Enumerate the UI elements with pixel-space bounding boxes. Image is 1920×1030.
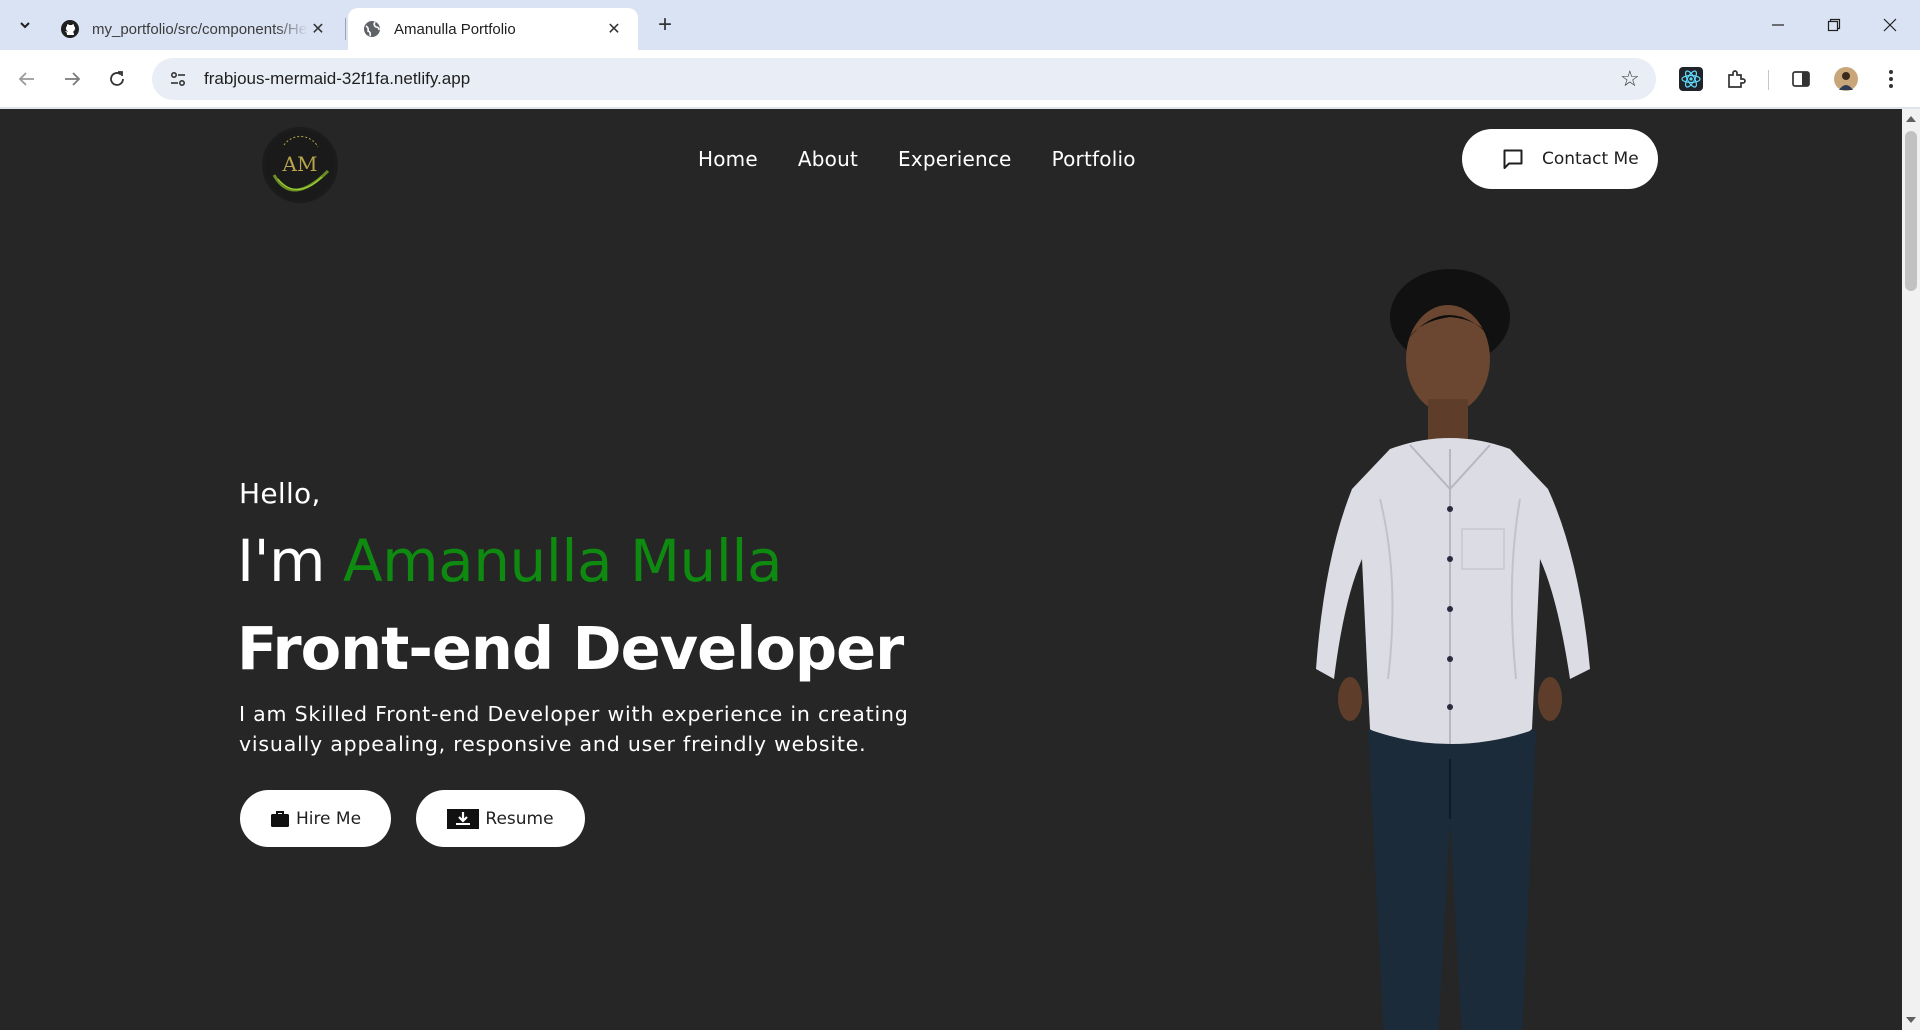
svg-text:AM: AM bbox=[282, 152, 318, 176]
minimize-button[interactable] bbox=[1750, 0, 1806, 50]
globe-icon bbox=[362, 19, 382, 39]
browser-tab-strip: my_portfolio/src/components/He ✕ Amanull… bbox=[0, 0, 1920, 50]
hero-description: I am Skilled Front-end Developer with ex… bbox=[239, 702, 909, 756]
resume-button[interactable]: Resume bbox=[416, 790, 585, 847]
puzzle-icon bbox=[1728, 70, 1746, 88]
nav-experience[interactable]: Experience bbox=[898, 147, 1012, 171]
reload-button[interactable] bbox=[102, 64, 132, 94]
forward-button[interactable] bbox=[57, 64, 87, 94]
tab-title: my_portfolio/src/components/He bbox=[92, 20, 308, 38]
browser-tab-portfolio[interactable]: Amanulla Portfolio ✕ bbox=[348, 8, 638, 50]
reload-icon bbox=[110, 71, 124, 86]
site-logo[interactable]: AM bbox=[262, 127, 338, 203]
nav-about[interactable]: About bbox=[798, 147, 858, 171]
resume-label: Resume bbox=[485, 808, 554, 829]
restore-icon bbox=[1827, 18, 1841, 32]
scrollbar-thumb[interactable] bbox=[1905, 131, 1917, 291]
hero-name: Amanulla Mulla bbox=[343, 527, 783, 595]
arrow-right-icon bbox=[65, 72, 81, 86]
close-icon[interactable]: ✕ bbox=[308, 19, 328, 39]
hero-im-prefix: I'm bbox=[237, 527, 326, 595]
page-viewport: AM Home About Experience Portfolio Conta… bbox=[0, 109, 1902, 1030]
hero-greeting: Hello, bbox=[239, 477, 321, 510]
site-info-icon[interactable] bbox=[158, 58, 198, 100]
tab-search-button[interactable] bbox=[10, 10, 40, 40]
avatar bbox=[1834, 67, 1858, 91]
more-vertical-icon bbox=[1889, 70, 1893, 88]
contact-me-button[interactable]: Contact Me bbox=[1462, 129, 1658, 189]
close-icon bbox=[1883, 18, 1897, 32]
back-button[interactable] bbox=[12, 64, 42, 94]
tab-title: Amanulla Portfolio bbox=[394, 20, 516, 38]
hero-role: Front-end Developer bbox=[237, 614, 904, 683]
close-icon[interactable]: ✕ bbox=[604, 19, 624, 39]
react-devtools-extension[interactable] bbox=[1676, 64, 1706, 94]
contact-me-label: Contact Me bbox=[1542, 149, 1639, 169]
briefcase-icon bbox=[270, 810, 289, 827]
scroll-down-arrow[interactable] bbox=[1906, 1017, 1916, 1023]
profile-photo bbox=[1316, 269, 1590, 1030]
new-tab-button[interactable]: + bbox=[650, 10, 680, 40]
github-icon bbox=[60, 19, 80, 39]
react-icon bbox=[1679, 67, 1703, 91]
scroll-up-arrow[interactable] bbox=[1906, 116, 1916, 122]
hire-me-button[interactable]: Hire Me bbox=[240, 790, 391, 847]
message-icon bbox=[1503, 149, 1523, 169]
url-text: frabjous-mermaid-32f1fa.netlify.app bbox=[204, 69, 471, 88]
side-panel-icon bbox=[1792, 71, 1810, 87]
browser-toolbar: frabjous-mermaid-32f1fa.netlify.app ☆ bbox=[0, 50, 1920, 108]
browser-tab-github[interactable]: my_portfolio/src/components/He ✕ bbox=[46, 8, 342, 50]
bookmark-star-icon[interactable]: ☆ bbox=[1620, 68, 1642, 90]
extensions-button[interactable] bbox=[1721, 64, 1751, 94]
page-scrollbar[interactable] bbox=[1902, 109, 1920, 1030]
tab-separator bbox=[345, 18, 346, 40]
arrow-left-icon bbox=[18, 72, 34, 86]
main-nav: Home About Experience Portfolio bbox=[698, 147, 1136, 171]
minimize-icon bbox=[1772, 24, 1784, 26]
side-panel-button[interactable] bbox=[1786, 64, 1816, 94]
nav-portfolio[interactable]: Portfolio bbox=[1052, 147, 1136, 171]
close-window-button[interactable] bbox=[1862, 0, 1918, 50]
nav-home[interactable]: Home bbox=[698, 147, 758, 171]
profile-avatar-button[interactable] bbox=[1831, 64, 1861, 94]
download-icon bbox=[447, 808, 480, 829]
am-logo-icon: AM bbox=[265, 130, 335, 200]
address-bar[interactable]: frabjous-mermaid-32f1fa.netlify.app ☆ bbox=[152, 58, 1656, 100]
hire-me-label: Hire Me bbox=[295, 808, 362, 829]
chevron-down-icon bbox=[20, 22, 30, 29]
restore-button[interactable] bbox=[1806, 0, 1862, 50]
hero-name-line: I'm Amanulla Mulla bbox=[237, 527, 783, 595]
browser-menu-button[interactable] bbox=[1876, 64, 1906, 94]
toolbar-divider bbox=[1768, 70, 1769, 90]
